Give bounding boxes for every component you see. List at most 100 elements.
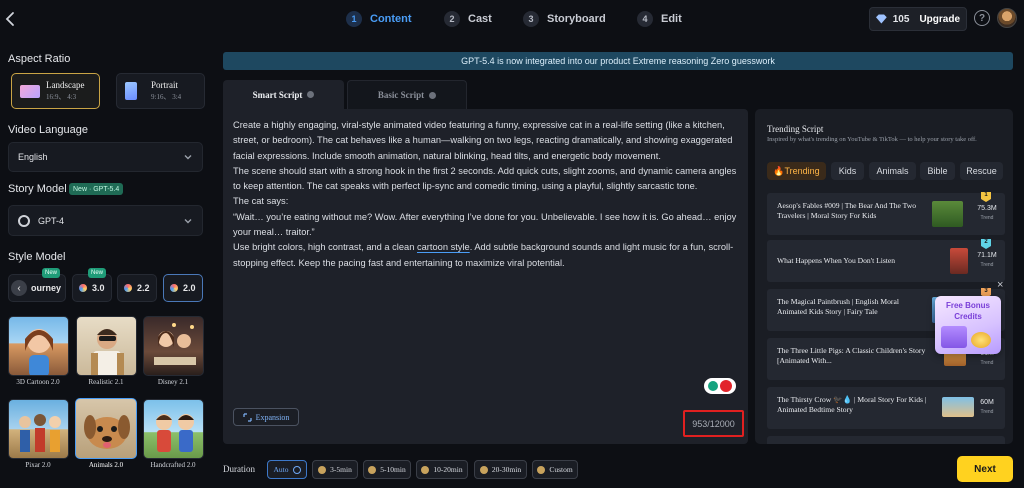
- credits-upgrade-box[interactable]: 105 Upgrade: [869, 7, 967, 31]
- grammarly-widget-icon[interactable]: [704, 378, 736, 394]
- trend-item[interactable]: The Thirsty Crow 🐦‍⬛💧 | Moral Story For …: [767, 387, 1005, 429]
- trend-item-title: The Magical Paintbrush | English Moral A…: [777, 297, 899, 316]
- script-paragraph: Create a highly engaging, viral-style an…: [233, 120, 733, 161]
- aspect-portrait-option[interactable]: Portrait 9:16、 3:4: [116, 73, 205, 109]
- coin-icon: [537, 465, 546, 474]
- tab-smart-script[interactable]: Smart Script: [223, 80, 344, 109]
- trend-item[interactable]: What Happens When You Don't Listen 2 71.…: [767, 239, 1005, 282]
- expansion-button[interactable]: Expansion: [233, 408, 299, 426]
- trend-chip-kids[interactable]: Kids: [831, 162, 864, 180]
- aspect-ratio-values: 16:9、 4:3: [46, 93, 77, 101]
- duration-option[interactable]: Custom: [532, 460, 578, 479]
- style-card-pixar[interactable]: [8, 399, 69, 459]
- trend-unit: Trend: [980, 360, 994, 366]
- style-card-realistic[interactable]: [76, 316, 137, 376]
- aspect-landscape-option[interactable]: Landscape 16:9、 4:3: [11, 73, 100, 109]
- duration-option-label: 3-5min: [330, 465, 352, 474]
- tab-basic-script[interactable]: Basic Script: [347, 80, 467, 109]
- style-thumbnail-image: [91, 329, 124, 375]
- step-content[interactable]: 1 Content: [346, 9, 412, 29]
- trend-count: 75.3M: [977, 205, 997, 212]
- duration-option[interactable]: 20-30min: [474, 460, 527, 479]
- style-version-label: 2.0: [183, 283, 196, 293]
- announcement-banner[interactable]: GPT-5.4 is now integrated into our produ…: [223, 52, 1013, 70]
- style-version-chip[interactable]: 2.0: [163, 274, 203, 302]
- script-editor[interactable]: Create a highly engaging, viral-style an…: [223, 109, 748, 444]
- info-icon: [292, 465, 301, 474]
- expansion-label: Expansion: [255, 412, 290, 422]
- new-model-badge: New · GPT-5.4: [69, 183, 124, 195]
- step-storyboard[interactable]: 3 Storyboard: [523, 9, 606, 29]
- step-edit[interactable]: 4 Edit: [637, 9, 682, 29]
- trend-thumbnail: [942, 397, 974, 417]
- video-language-select[interactable]: English: [8, 142, 203, 172]
- duration-option[interactable]: 3-5min: [312, 460, 358, 479]
- coin-icon: [479, 465, 488, 474]
- info-icon: [307, 91, 315, 98]
- step-label: Edit: [661, 13, 682, 25]
- version-dot-icon: [79, 284, 87, 292]
- style-version-chip[interactable]: 2.2: [117, 274, 157, 302]
- aspect-name: Landscape: [46, 80, 85, 90]
- style-thumbnail-image: [19, 414, 61, 452]
- style-card-disney[interactable]: [143, 316, 204, 376]
- style-card-3d-cartoon[interactable]: [8, 316, 69, 376]
- gift-box-icon: [941, 326, 967, 348]
- rank-badge-icon: 1: [981, 192, 991, 202]
- step-number: 2: [444, 11, 460, 27]
- style-card-label: Animals 2.0: [88, 461, 124, 469]
- script-textarea[interactable]: Create a highly engaging, viral-style an…: [233, 118, 738, 271]
- style-card-handcrafted[interactable]: [143, 399, 204, 459]
- upgrade-button[interactable]: Upgrade: [919, 14, 960, 25]
- new-tag: New: [88, 268, 107, 278]
- bonus-text: Free Bonus Credits: [945, 301, 990, 321]
- free-bonus-popup[interactable]: Free Bonus Credits: [935, 296, 1001, 354]
- avatar[interactable]: [997, 8, 1017, 28]
- step-label: Storyboard: [547, 13, 606, 25]
- aspect-ratio-values: 9:16、 3:4: [151, 93, 182, 101]
- style-thumbnail-image: [156, 414, 194, 452]
- trend-thumbnail: [932, 201, 963, 227]
- style-card-animals[interactable]: [75, 398, 137, 459]
- next-button[interactable]: Next: [957, 456, 1013, 482]
- trend-chip-bible[interactable]: Bible: [920, 162, 955, 180]
- trend-chip-animals[interactable]: Animals: [869, 162, 916, 180]
- info-icon: [429, 91, 437, 99]
- trend-item[interactable]: Aesop's Fables #009 | The Bear And The T…: [767, 192, 1005, 235]
- style-thumbnail-image: [154, 323, 196, 365]
- trend-item[interactable]: [767, 436, 1005, 444]
- chevron-left-icon[interactable]: ‹: [11, 280, 27, 296]
- trend-chip-rescue[interactable]: Rescue: [960, 162, 1003, 180]
- script-paragraph: “Wait… you’re eating without me? Wow. Af…: [233, 211, 737, 238]
- back-arrow-icon[interactable]: [2, 9, 20, 29]
- trend-item-title: The Thirsty Crow 🐦‍⬛💧 | Moral Story For …: [777, 395, 927, 414]
- style-version-label: ourney: [31, 283, 62, 293]
- credit-count: 105: [892, 13, 910, 25]
- story-model-select[interactable]: GPT-4: [8, 205, 203, 236]
- chevron-down-icon: [184, 219, 192, 224]
- style-card-label: 3D Cartoon 2.0: [16, 378, 60, 386]
- help-icon[interactable]: ?: [974, 10, 990, 26]
- trend-chip-trending[interactable]: 🔥Trending: [767, 162, 826, 180]
- duration-label: Duration: [223, 464, 255, 474]
- duration-option-label: Auto: [273, 465, 289, 474]
- landscape-icon: [20, 84, 40, 98]
- spellcheck-underlined-word[interactable]: cartoon style: [417, 242, 470, 252]
- style-card-label: Handcrafted 2.0: [150, 461, 196, 469]
- style-model-title: Style Model: [8, 251, 66, 263]
- trend-thumbnail: [950, 248, 968, 274]
- duration-option[interactable]: 5-10min: [363, 460, 411, 479]
- duration-option-label: 20-30min: [491, 465, 522, 474]
- duration-option-auto[interactable]: Auto: [267, 460, 307, 479]
- close-icon[interactable]: ×: [997, 280, 1007, 291]
- trend-unit: Trend: [980, 215, 994, 221]
- style-version-chip[interactable]: 3.0: [72, 274, 112, 302]
- step-cast[interactable]: 2 Cast: [444, 9, 492, 29]
- step-number: 1: [346, 11, 362, 27]
- new-tag: New: [42, 268, 61, 278]
- duration-option[interactable]: 10-20min: [416, 460, 468, 479]
- step-number: 4: [637, 11, 653, 27]
- step-number: 3: [523, 11, 539, 27]
- trend-count: 60M: [980, 399, 994, 406]
- aspect-name: Portrait: [151, 80, 178, 90]
